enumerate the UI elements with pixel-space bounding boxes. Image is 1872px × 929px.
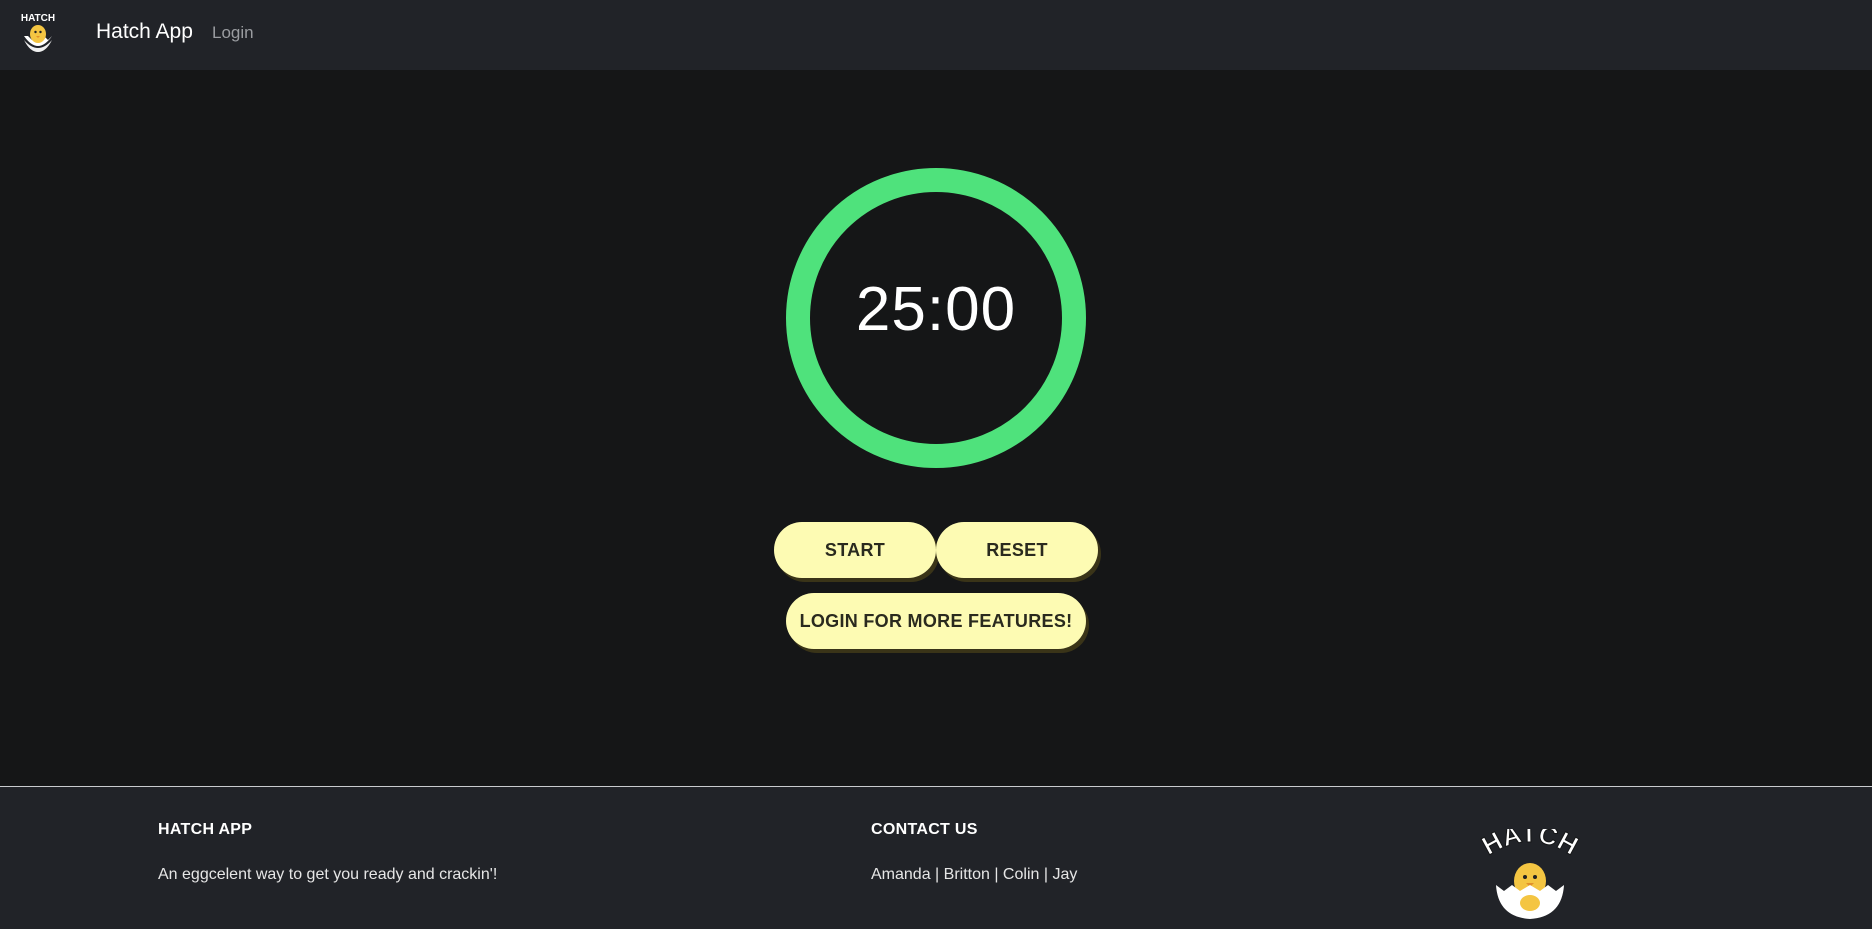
- footer-about-heading: HATCH APP: [158, 821, 253, 838]
- nav-logo-text: HATCH: [21, 13, 55, 24]
- timer-display: 25:00: [855, 275, 1017, 344]
- footer-logo-text: HATCH: [1478, 829, 1582, 861]
- main-content: 25:00 START RESET LOGIN FOR MORE FEATURE…: [0, 70, 1872, 786]
- footer-contact-heading: CONTACT US: [871, 821, 978, 838]
- nav-login-link[interactable]: Login: [212, 23, 254, 43]
- footer-about-text: An eggcelent way to get you ready and cr…: [158, 866, 498, 883]
- login-for-features-button[interactable]: LOGIN FOR MORE FEATURES!: [786, 593, 1086, 649]
- reset-button[interactable]: RESET: [936, 522, 1098, 578]
- footer-logo-text-path: HATCH: [1478, 829, 1582, 861]
- hatch-logo-icon: HATCH: [1478, 829, 1582, 919]
- top-navbar: HATCH Hatch App Login: [0, 0, 1872, 70]
- nav-brand-link[interactable]: Hatch App: [96, 20, 193, 44]
- footer: HATCH APP An eggcelent way to get you re…: [0, 786, 1872, 929]
- start-button[interactable]: START: [774, 522, 936, 578]
- footer-contact-text: Amanda | Britton | Colin | Jay: [871, 866, 1078, 883]
- hatch-logo-icon[interactable]: HATCH: [16, 10, 60, 54]
